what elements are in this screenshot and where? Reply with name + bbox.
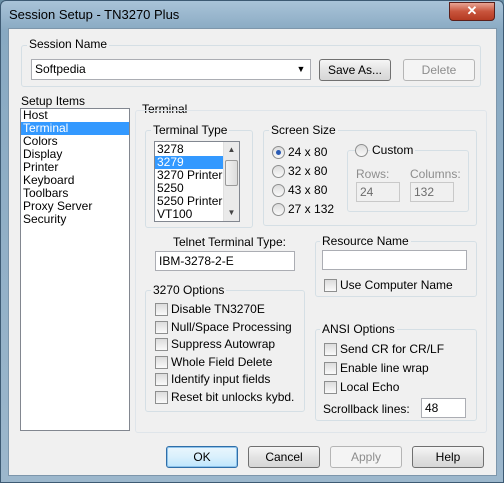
setup-items-label: Setup Items [21, 94, 86, 108]
telnet-terminal-type-label: Telnet Terminal Type: [173, 235, 286, 249]
terminal-type-scrollbar[interactable]: ▲ ▼ [223, 142, 239, 221]
terminal-type-list[interactable]: 3278 3279 3270 Printer 5250 5250 Printer VT10… [154, 141, 240, 222]
ansi-option-label: Send CR for CR/LF [340, 342, 445, 356]
columns-input[interactable]: 132 [410, 182, 454, 202]
scroll-up-icon[interactable]: ▲ [224, 142, 239, 158]
option-3270-label: Disable TN3270E [171, 302, 265, 316]
apply-button[interactable]: Apply [330, 446, 402, 468]
help-button[interactable]: Help [412, 446, 484, 468]
options-3270-label: 3270 Options [151, 283, 227, 297]
scroll-down-icon[interactable]: ▼ [224, 205, 239, 221]
custom-size-radio[interactable] [355, 144, 368, 157]
option-3270-label: Whole Field Delete [171, 354, 273, 369]
ok-button[interactable]: OK [166, 446, 238, 468]
ansi-option-checkbox[interactable] [324, 381, 337, 394]
screen-size-option-label: 24 x 80 [288, 145, 328, 159]
session-setup-window: Session Setup - TN3270 Plus ✕ Session Na… [0, 0, 504, 483]
ansi-options-label: ANSI Options [320, 322, 397, 336]
setup-items-list[interactable]: Host Terminal Colors Display Printer Keyboard… [20, 108, 130, 431]
resource-name-input[interactable] [322, 250, 467, 270]
option-3270-checkbox[interactable] [155, 391, 168, 404]
option-3270-label: Identify input fields [171, 372, 271, 387]
option-3270-label: Null/Space Processing [171, 319, 292, 334]
title-bar[interactable]: Session Setup - TN3270 Plus ✕ [1, 1, 503, 27]
session-name-value: Softpedia [35, 62, 86, 76]
custom-size-group [347, 150, 469, 212]
session-name-combobox[interactable]: Softpedia ▼ [31, 59, 311, 80]
dialog-client-area: Session Name Softpedia ▼ Save As... Dele… [8, 28, 497, 476]
setup-item-security[interactable]: Security [21, 213, 129, 226]
screen-size-radio[interactable] [272, 184, 285, 197]
close-button[interactable]: ✕ [449, 2, 495, 21]
screen-size-option-label: 27 x 132 [288, 202, 335, 216]
terminal-type-item[interactable]: VT100 [155, 208, 223, 221]
screen-size-radio[interactable] [272, 203, 285, 216]
ansi-option-checkbox[interactable] [324, 343, 337, 356]
columns-label: Columns: [410, 167, 461, 181]
session-name-label: Session Name [27, 37, 110, 51]
option-3270-label: Suppress Autowrap [171, 337, 276, 352]
scrollback-lines-label: Scrollback lines: [323, 402, 410, 416]
ansi-option-checkbox[interactable] [324, 362, 337, 375]
window-title: Session Setup - TN3270 Plus [9, 7, 180, 22]
use-computer-name-checkbox[interactable] [324, 279, 337, 292]
screen-size-option-label: 43 x 80 [288, 183, 328, 197]
option-3270-checkbox[interactable] [155, 303, 168, 316]
screen-size-option-label: 32 x 80 [288, 164, 328, 178]
chevron-down-icon[interactable]: ▼ [294, 62, 308, 76]
resource-name-label: Resource Name [320, 234, 411, 248]
custom-size-label: Custom [370, 143, 416, 157]
save-as-button[interactable]: Save As... [319, 59, 391, 81]
delete-button[interactable]: Delete [403, 59, 475, 81]
telnet-terminal-type-input[interactable]: IBM-3278-2-E [155, 251, 295, 271]
option-3270-checkbox[interactable] [155, 320, 168, 334]
rows-input[interactable]: 24 [356, 182, 400, 202]
terminal-type-label: Terminal Type [151, 123, 230, 137]
option-3270-checkbox[interactable] [155, 338, 168, 352]
option-3270-checkbox[interactable] [155, 355, 168, 369]
screen-size-radio[interactable] [272, 165, 285, 178]
scrollback-lines-input[interactable]: 48 [421, 398, 466, 418]
option-3270-label: Reset bit unlocks kybd. [171, 390, 295, 404]
screen-size-label: Screen Size [269, 123, 338, 137]
screen-size-radio[interactable] [272, 146, 285, 159]
rows-label: Rows: [356, 167, 390, 181]
cancel-button[interactable]: Cancel [248, 446, 320, 468]
use-computer-name-label: Use Computer Name [340, 278, 453, 292]
ansi-option-label: Local Echo [340, 380, 400, 394]
scroll-thumb[interactable] [225, 160, 238, 186]
ansi-option-label: Enable line wrap [340, 361, 429, 375]
close-icon: ✕ [466, 3, 478, 18]
option-3270-checkbox[interactable] [155, 373, 168, 387]
